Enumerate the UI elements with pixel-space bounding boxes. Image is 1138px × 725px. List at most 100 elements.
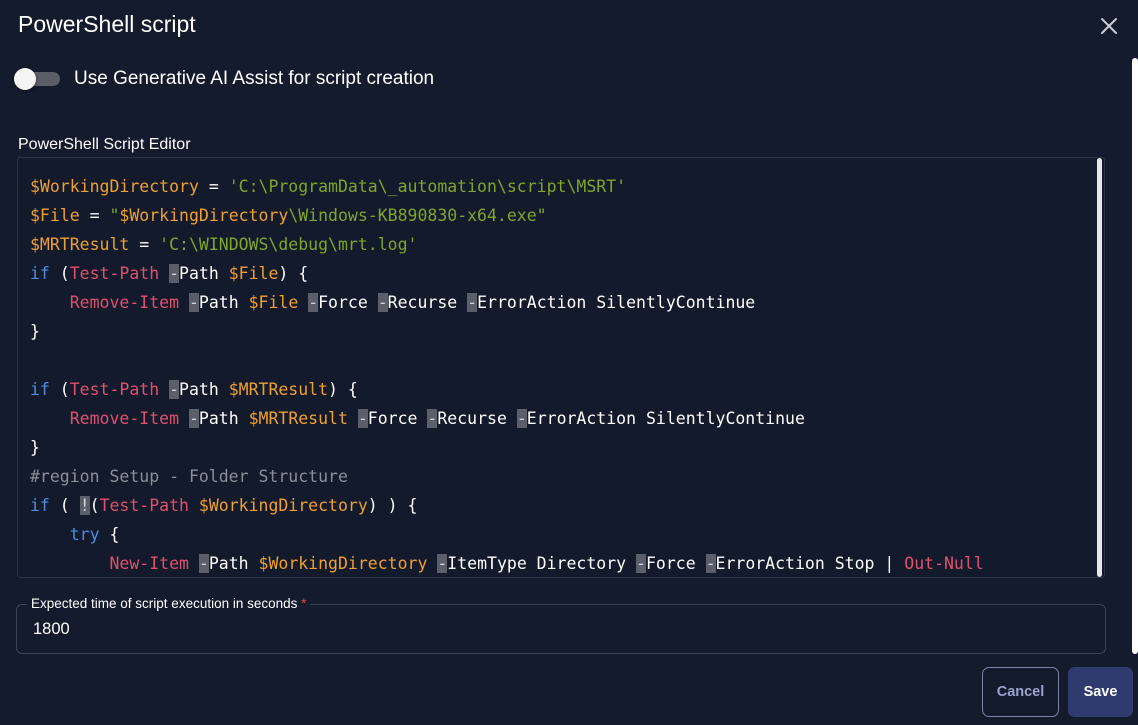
code-token: $WorkingDirectory bbox=[30, 177, 199, 196]
code-line: if ( !(Test-Path $WorkingDirectory) ) { bbox=[30, 491, 984, 520]
code-line: Remove-Item -Path $MRTResult -Force -Rec… bbox=[30, 404, 984, 433]
code-token: - bbox=[308, 293, 319, 312]
code-line: if (Test-Path -Path $MRTResult) { bbox=[30, 375, 984, 404]
code-token: - bbox=[198, 554, 209, 573]
code-token: - bbox=[437, 554, 448, 573]
code-token: Test-Path bbox=[99, 496, 189, 515]
close-icon bbox=[1101, 18, 1117, 34]
code-line: #region Setup - Folder Structure bbox=[30, 462, 984, 491]
code-token: - bbox=[516, 409, 527, 428]
code-token: } bbox=[30, 322, 40, 341]
code-token: = bbox=[198, 177, 229, 196]
code-token: - bbox=[169, 380, 180, 399]
code-token: Remove-Item bbox=[69, 409, 180, 428]
code-token: ) { bbox=[328, 380, 358, 399]
code-token: - bbox=[169, 264, 180, 283]
code-token: Remove-Item bbox=[69, 293, 180, 312]
code-token: New-Item bbox=[109, 554, 189, 573]
code-token: { bbox=[99, 525, 120, 544]
code-token: - bbox=[467, 293, 478, 312]
code-token: \Windows-KB890830-x64.exe" bbox=[288, 206, 547, 225]
editor-scrollbar[interactable] bbox=[1097, 158, 1102, 577]
code-token: Path bbox=[198, 293, 249, 312]
execution-time-label-text: Expected time of script execution in sec… bbox=[31, 596, 298, 611]
code-token: $MRTResult bbox=[30, 235, 130, 254]
code-token: = bbox=[129, 235, 160, 254]
code-token: $File bbox=[248, 293, 299, 312]
code-token: ItemType Directory bbox=[447, 554, 637, 573]
code-token: Test-Path bbox=[69, 380, 160, 399]
code-content[interactable]: $WorkingDirectory = 'C:\ProgramData\_aut… bbox=[30, 172, 984, 577]
execution-time-input[interactable] bbox=[33, 620, 1033, 639]
code-line: } bbox=[30, 433, 984, 462]
powershell-script-dialog: PowerShell script Use Generative AI Assi… bbox=[0, 0, 1138, 725]
code-line: try { bbox=[30, 520, 984, 549]
script-editor[interactable]: $WorkingDirectory = 'C:\ProgramData\_aut… bbox=[17, 157, 1105, 578]
code-token: = bbox=[79, 206, 110, 225]
code-token: Force bbox=[367, 409, 428, 428]
code-token: Recurse bbox=[437, 409, 517, 428]
code-token: Force bbox=[645, 554, 706, 573]
code-token: ErrorAction SilentlyContinue bbox=[526, 409, 805, 428]
code-token: $File bbox=[228, 264, 279, 283]
code-token: #region Setup - Folder Structure bbox=[30, 467, 348, 486]
code-token: Path bbox=[208, 554, 259, 573]
code-token: $MRTResult bbox=[248, 409, 348, 428]
code-token: ErrorAction Stop | bbox=[715, 554, 905, 573]
code-token: ( bbox=[49, 380, 70, 399]
code-token: $WorkingDirectory bbox=[258, 554, 428, 573]
code-token: if bbox=[30, 380, 50, 399]
toggle-thumb bbox=[14, 68, 36, 90]
code-token: $WorkingDirectory bbox=[198, 496, 368, 515]
code-line: $File = "$WorkingDirectory\Windows-KB890… bbox=[30, 201, 984, 230]
execution-time-label: Expected time of script execution in sec… bbox=[27, 596, 311, 611]
code-token: $MRTResult bbox=[228, 380, 329, 399]
code-token: - bbox=[636, 554, 646, 573]
code-line: if (Test-Path -Path $File) { bbox=[30, 259, 984, 288]
save-button[interactable]: Save bbox=[1068, 667, 1133, 717]
editor-label: PowerShell Script Editor bbox=[18, 136, 191, 153]
code-token: Path bbox=[179, 264, 229, 283]
code-token: - bbox=[188, 293, 199, 312]
code-token: Out-Null bbox=[904, 554, 984, 573]
required-mark: * bbox=[301, 596, 307, 611]
code-token: ! bbox=[79, 496, 90, 515]
code-token: Recurse bbox=[387, 293, 468, 312]
code-token: } bbox=[30, 438, 40, 457]
code-token: ( bbox=[49, 496, 80, 515]
code-line: } bbox=[30, 317, 984, 346]
code-token: Test-Path bbox=[69, 264, 160, 283]
code-token: Path bbox=[198, 409, 249, 428]
ai-assist-label: Use Generative AI Assist for script crea… bbox=[74, 68, 435, 89]
ai-assist-toggle[interactable] bbox=[14, 67, 60, 91]
code-token: $File bbox=[30, 206, 80, 225]
code-token: try bbox=[69, 525, 100, 544]
code-line: New-Item -Path $WorkingDirectory -ItemTy… bbox=[30, 549, 984, 577]
code-token: if bbox=[30, 264, 50, 283]
code-token: 'C:\WINDOWS\debug\mrt.log' bbox=[159, 235, 418, 254]
close-button[interactable] bbox=[1097, 14, 1121, 38]
dialog-scrollbar[interactable] bbox=[1132, 58, 1138, 654]
code-token: ( bbox=[89, 496, 100, 515]
code-token: $WorkingDirectory bbox=[119, 206, 289, 225]
code-token: - bbox=[357, 409, 368, 428]
code-token: - bbox=[705, 554, 716, 573]
execution-time-field[interactable]: Expected time of script execution in sec… bbox=[16, 596, 1106, 654]
code-token: ) ) { bbox=[367, 496, 418, 515]
code-token: - bbox=[377, 293, 388, 312]
dialog-title: PowerShell script bbox=[18, 11, 196, 37]
cancel-button[interactable]: Cancel bbox=[982, 667, 1059, 717]
code-token: - bbox=[427, 409, 438, 428]
